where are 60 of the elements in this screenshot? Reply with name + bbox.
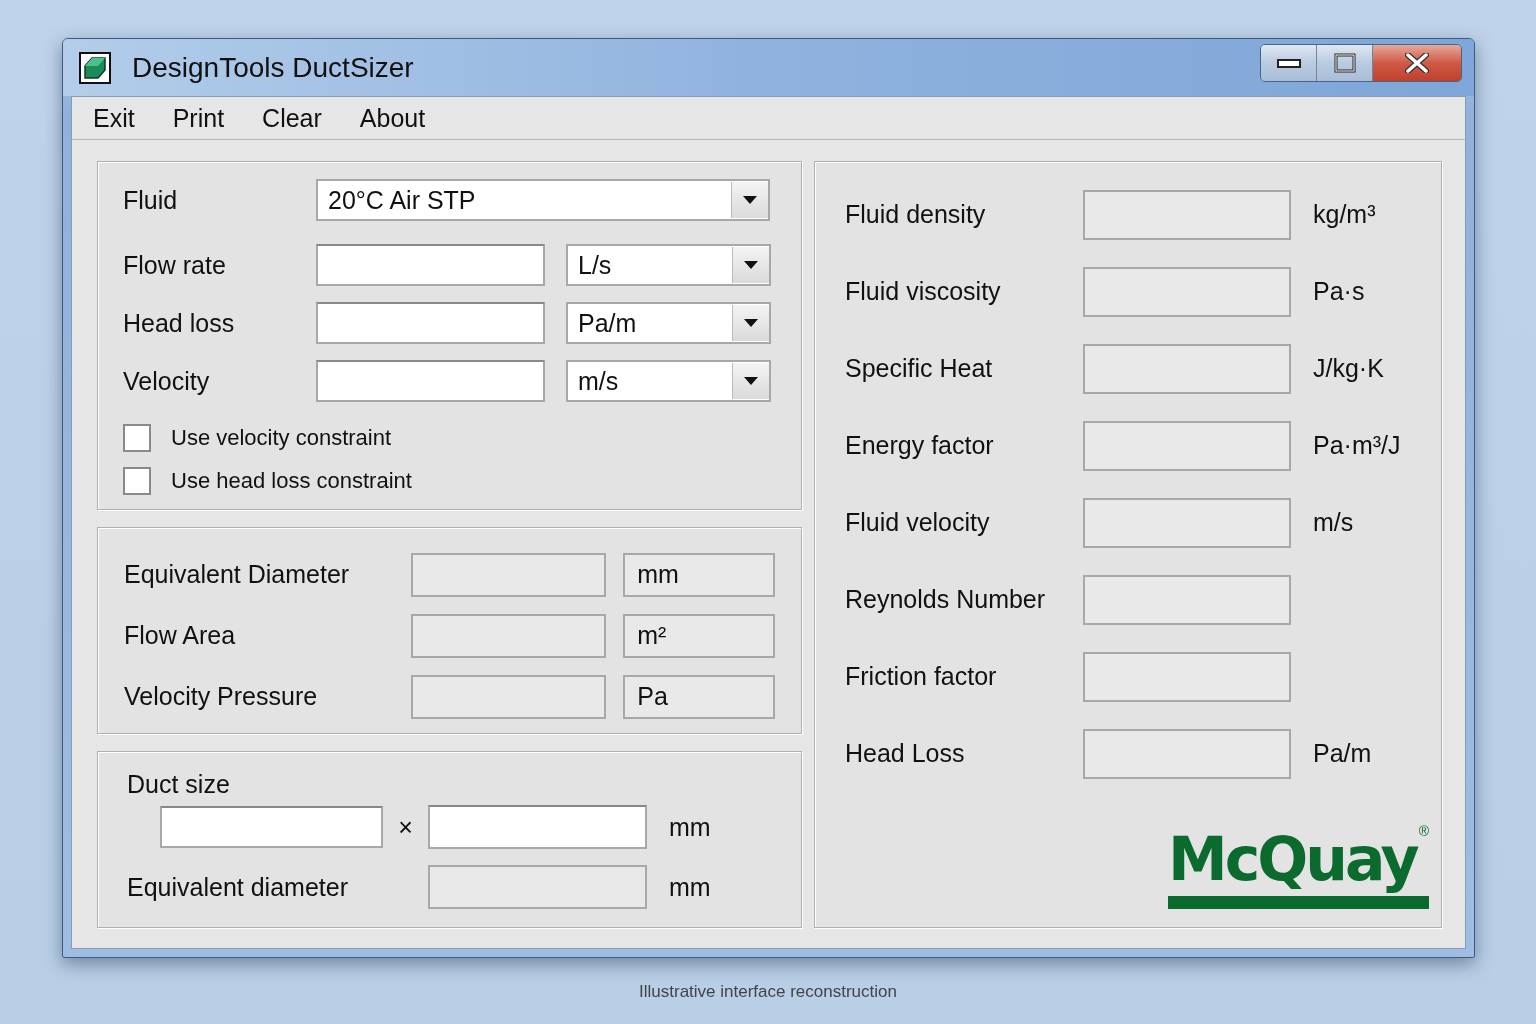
unit-label: mm xyxy=(669,812,711,842)
minimize-icon xyxy=(1276,57,1301,69)
window-title: DesignTools DuctSizer xyxy=(132,51,414,84)
field-label: Fluid velocity xyxy=(845,508,991,537)
caret-icon xyxy=(744,319,758,327)
unit-label: J/kg·K xyxy=(1313,354,1384,383)
field-label: Fluid density xyxy=(845,200,987,229)
unit-label: Pa·m³/J xyxy=(1313,431,1401,460)
unit-dropdown[interactable]: L/s xyxy=(566,244,771,286)
maximize-button[interactable] xyxy=(1317,45,1373,81)
field-label: Velocity Pressure xyxy=(124,682,319,711)
fluid-dropdown[interactable]: 20°C Air STP xyxy=(316,179,770,221)
caption: Illustrative interface reconstruction xyxy=(638,982,898,1002)
field-label: Fluid xyxy=(123,185,179,215)
section-label: Duct size xyxy=(127,770,230,799)
menu-item[interactable]: Print xyxy=(163,103,234,133)
field-label: Velocity xyxy=(123,366,211,396)
field-label: Head loss xyxy=(123,308,236,338)
logo: McQuay$^{®}$ xyxy=(1167,824,1429,909)
field-label: Energy factor xyxy=(845,431,995,460)
maximize-icon xyxy=(1333,53,1356,73)
checkbox-label: Use head loss constraint xyxy=(171,467,412,494)
unit-field: m² xyxy=(623,613,775,658)
field-label: Friction factor xyxy=(845,662,998,691)
menu-item[interactable]: About xyxy=(350,103,435,133)
close-icon xyxy=(1405,53,1429,73)
app-icon xyxy=(79,51,111,84)
field-label: Specific Heat xyxy=(845,354,994,383)
height-field[interactable] xyxy=(428,805,647,849)
checkbox[interactable] xyxy=(123,423,151,452)
unit-dropdown[interactable]: Pa/m xyxy=(566,302,771,344)
caret-icon xyxy=(744,377,758,385)
field-label: Equivalent Diameter xyxy=(124,560,351,589)
field-label: Fluid viscosity xyxy=(845,277,1002,306)
unit-label: m/s xyxy=(1313,508,1354,537)
close-button[interactable] xyxy=(1373,45,1461,81)
field-label: Head Loss xyxy=(845,739,966,768)
menu-item[interactable]: Exit xyxy=(84,103,144,133)
field-label: Flow Area xyxy=(124,621,237,650)
width-field[interactable] xyxy=(160,806,383,848)
field-label: Equivalent diameter xyxy=(127,872,349,902)
field-label: Reynolds Number xyxy=(845,585,1047,614)
unit-label: Pa·s xyxy=(1313,277,1365,306)
input-field[interactable] xyxy=(316,244,545,286)
unit-label: Pa/m xyxy=(1313,739,1372,768)
input-field[interactable] xyxy=(316,302,545,344)
unit-label: mm xyxy=(669,872,711,902)
times-sign: × xyxy=(397,812,414,842)
unit-label: kg/m³ xyxy=(1313,200,1376,229)
menu-item[interactable]: Clear xyxy=(253,103,331,133)
checkbox[interactable] xyxy=(123,466,151,495)
minimize-button[interactable] xyxy=(1261,45,1317,81)
field-label: Flow rate xyxy=(123,250,227,280)
input-field[interactable] xyxy=(316,360,545,402)
caret-icon xyxy=(743,196,757,204)
unit-dropdown[interactable]: m/s xyxy=(566,360,771,402)
caret-icon xyxy=(744,261,758,269)
unit-field: Pa xyxy=(623,674,775,719)
checkbox-label: Use velocity constraint xyxy=(171,424,392,451)
unit-field: mm xyxy=(623,552,775,597)
